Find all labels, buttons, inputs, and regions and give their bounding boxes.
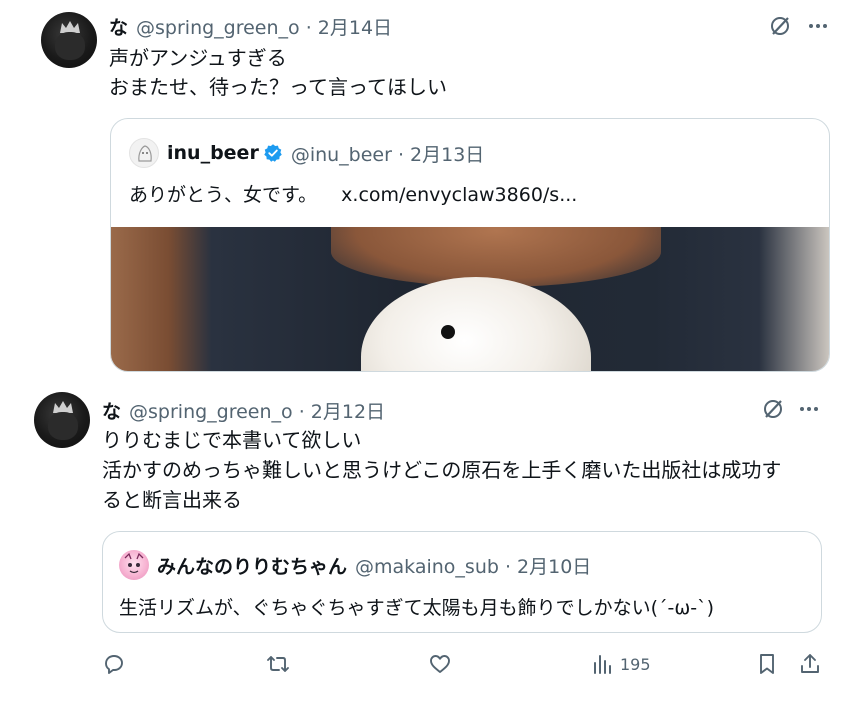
like-button[interactable]: [428, 652, 452, 676]
quoted-text: ありがとう、女です。: [129, 184, 318, 206]
handle-date[interactable]: @spring_green_o · 2月14日: [136, 13, 392, 40]
bookmark-icon: [760, 654, 774, 674]
retweet-icon: [267, 656, 289, 672]
share-button[interactable]: [798, 652, 822, 676]
more-icon[interactable]: [806, 14, 830, 38]
display-name[interactable]: な: [109, 13, 128, 40]
views-icon: [594, 655, 611, 674]
tweet-actions: 195: [0, 647, 864, 683]
more-icon[interactable]: [797, 397, 821, 421]
quoted-display-name[interactable]: みんなのりりむちゃん: [157, 552, 347, 579]
quoted-tweet[interactable]: inu_beer @inu_beer · 2月13日 ありがとう、女です。 x.…: [110, 118, 830, 372]
quoted-tweet-text: 生活リズムが、ぐちゃぐちゃすぎて太陽も月も飾りでしかない(´-ω-`): [119, 597, 715, 619]
quoted-link[interactable]: x.com/envyclaw3860/s...: [341, 184, 577, 206]
tweet-text-line-2: おまたせ、待った？って言ってほしい: [109, 75, 447, 99]
quoted-handle-date[interactable]: @makaino_sub · 2月10日: [355, 552, 591, 579]
tweet-header: な @spring_green_o · 2月14日: [109, 13, 392, 40]
tweet-1[interactable]: な @spring_green_o · 2月14日 声がアンジュすぎる おまたせ…: [0, 0, 864, 380]
avatar[interactable]: [41, 12, 97, 68]
verified-icon: [264, 144, 282, 162]
quoted-avatar[interactable]: [119, 550, 149, 580]
avatar[interactable]: [34, 392, 90, 448]
share-icon: [801, 654, 819, 673]
quoted-tweet-header: みんなのりりむちゃん @makaino_sub · 2月10日: [119, 550, 591, 580]
grok-icon[interactable]: [761, 397, 785, 421]
handle-date[interactable]: @spring_green_o · 2月12日: [129, 397, 385, 424]
photo-dog-eye: [441, 325, 455, 339]
quoted-tweet-text: ありがとう、女です。 x.com/envyclaw3860/s...: [129, 180, 577, 207]
display-name[interactable]: な: [102, 397, 121, 424]
tweet-text-line-1: 声がアンジュすぎる: [109, 46, 287, 70]
grok-icon[interactable]: [768, 14, 792, 38]
quoted-tweet-header: inu_beer @inu_beer · 2月13日: [129, 138, 484, 168]
retweet-button[interactable]: [265, 652, 291, 676]
views-count: 195: [620, 654, 651, 674]
tweet-text-line-1: りりむまじで本書いて欲しい: [102, 428, 362, 452]
reply-icon: [105, 655, 123, 674]
views-button[interactable]: 195: [592, 652, 651, 676]
avatar-face: [55, 32, 85, 60]
quoted-display-name[interactable]: inu_beer: [167, 142, 259, 164]
quoted-photo[interactable]: [111, 227, 829, 371]
avatar-face: [48, 412, 78, 440]
photo-dog: [361, 277, 591, 371]
quoted-tweet[interactable]: みんなのりりむちゃん @makaino_sub · 2月10日 生活リズムが、ぐ…: [102, 531, 822, 633]
like-icon: [430, 655, 450, 673]
quoted-avatar[interactable]: [129, 138, 159, 168]
tweet-text-line-2: 活かすのめっちゃ難しいと思うけどこの原石を上手く磨いた出版社は成功す: [102, 458, 782, 482]
tweet-header: な @spring_green_o · 2月12日: [102, 397, 385, 424]
bookmark-button[interactable]: [755, 652, 779, 676]
tweet-text-line-3: ると断言出来る: [102, 488, 242, 512]
quoted-handle-date[interactable]: @inu_beer · 2月13日: [291, 140, 485, 167]
reply-button[interactable]: [102, 652, 126, 676]
